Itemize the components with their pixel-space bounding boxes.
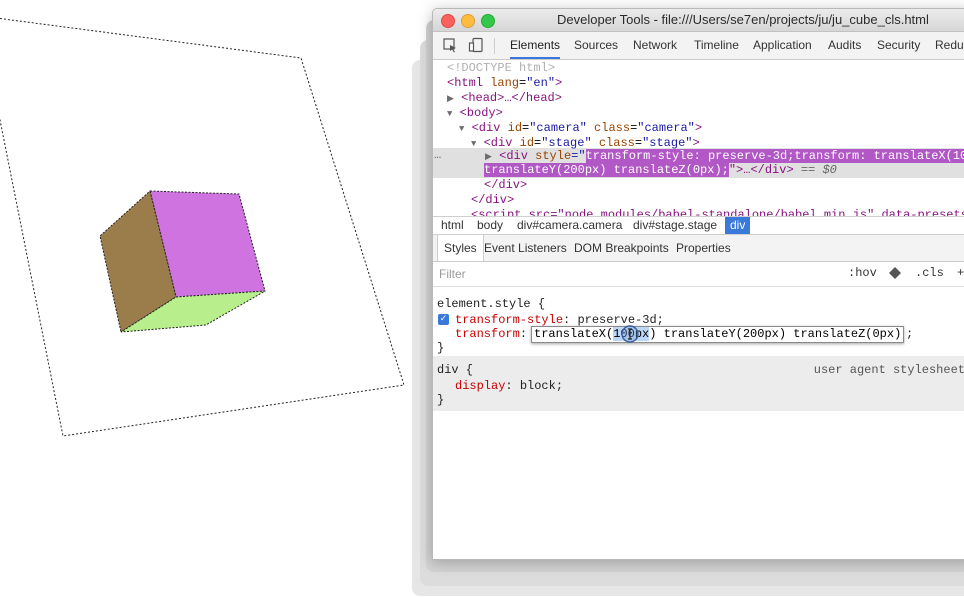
tag-name: <div [483, 136, 513, 150]
tab-dom-breakpoints[interactable]: DOM Breakpoints [574, 235, 669, 261]
rule-close-brace: } [437, 393, 445, 407]
tab-elements[interactable]: Elements [510, 32, 561, 59]
tab-network[interactable]: Network [633, 32, 677, 59]
attr-value: "en" [526, 76, 556, 90]
maximize-window-button[interactable] [481, 14, 495, 28]
new-rule-button[interactable]: + [957, 266, 964, 280]
tag-name: <body> [459, 106, 503, 120]
hover-state-toggle[interactable]: :hov [848, 266, 877, 280]
attr-value: "stage" [541, 136, 592, 150]
styles-filter-bar: :hov .cls + [433, 262, 964, 287]
attr-value: "stage" [642, 136, 693, 150]
device-toolbar-icon[interactable] [468, 37, 484, 53]
style-attr-value-highlighted: transform-style: preserve-3d;transform: … [585, 149, 964, 163]
style-attr-value-highlighted: translateY(200px) translateZ(0px); [484, 163, 729, 177]
selected-node-marker: == $0 [800, 163, 837, 177]
dom-close-stage[interactable]: </div> [484, 178, 527, 193]
dom-tree: <!DOCTYPE html> <html lang="en"> ▶ <head… [433, 60, 964, 216]
expand-arrow-icon[interactable]: ▶ [485, 152, 492, 162]
dom-node-body[interactable]: ▼ <body> [447, 106, 503, 122]
title-bar: Developer Tools - file:///Users/se7en/pr… [433, 9, 964, 32]
collapse-arrow-icon[interactable]: ▼ [471, 139, 476, 149]
style-property-row: display: block; [455, 379, 564, 393]
tab-security[interactable]: Security [877, 32, 920, 59]
text-cursor-icon [620, 324, 640, 344]
styles-pane: element.style { ✓ transform-style: prese… [433, 287, 964, 559]
inspect-element-icon[interactable] [442, 37, 458, 53]
dom-node-selected-div-cont[interactable]: translateY(200px) translateZ(0px);">…</d… [484, 163, 837, 178]
tab-audits[interactable]: Audits [828, 32, 861, 59]
ua-stylesheet-label: user agent stylesheet [813, 363, 964, 377]
attr-value: "camera" [529, 121, 587, 135]
class-toggle[interactable]: .cls [915, 266, 944, 280]
breadcrumb-div[interactable]: div [725, 217, 751, 234]
element-style-selector[interactable]: element.style { [437, 297, 545, 311]
dom-node-html[interactable]: <html lang="en"> [447, 76, 562, 91]
filter-input[interactable] [437, 265, 821, 283]
collapse-arrow-icon[interactable]: ▼ [447, 109, 452, 119]
attr-name: class [594, 121, 631, 135]
tag-name: <div [499, 149, 528, 163]
tab-redux[interactable]: Redux [935, 32, 964, 59]
window-title: Developer Tools - file:///Users/se7en/pr… [557, 12, 929, 27]
attr-value: "camera" [637, 121, 695, 135]
tab-styles[interactable]: Styles [437, 235, 484, 261]
editor-text: ) translateY(200px) translateZ(0px) [649, 327, 902, 341]
node-actions-ellipsis[interactable]: … [434, 148, 441, 163]
property-name: display [455, 379, 506, 393]
attr-name: id [507, 121, 523, 135]
property-name[interactable]: transform [455, 327, 520, 341]
cube [99, 190, 266, 333]
minimize-window-button[interactable] [461, 14, 475, 28]
devtools-tab-bar: Elements Sources Network Timeline Applic… [433, 32, 964, 60]
attr-equals: =" [571, 149, 586, 163]
page-viewport [0, 0, 420, 597]
tag-tail: ">…</div> [728, 163, 794, 177]
tab-application[interactable]: Application [753, 32, 812, 59]
attr-name: lang [490, 76, 520, 90]
color-format-icon[interactable] [889, 267, 901, 283]
tag-bracket: > [555, 76, 563, 90]
breadcrumb: html body div#camera.camera div#stage.st… [433, 216, 964, 235]
style-property-row[interactable]: transform: [455, 327, 527, 341]
tab-sources[interactable]: Sources [574, 32, 618, 59]
property-name[interactable]: transform-style [455, 313, 563, 327]
doctype-line: <!DOCTYPE html> [447, 61, 556, 75]
breadcrumb-stage[interactable]: div#stage.stage [633, 217, 717, 234]
property-value-editor[interactable]: translateX(100px) translateY(200px) tran… [531, 326, 905, 343]
tab-event-listeners[interactable]: Event Listeners [484, 235, 567, 261]
ua-rule-selector[interactable]: div { [437, 363, 473, 377]
expand-arrow-icon[interactable]: ▶ [447, 94, 454, 104]
dom-node-head[interactable]: ▶ <head>…</head> [447, 91, 562, 107]
breadcrumb-body[interactable]: body [477, 217, 503, 234]
tag-name: <div [471, 121, 501, 135]
close-window-button[interactable] [441, 14, 455, 28]
tag-name: <html [447, 76, 484, 90]
dom-node-camera[interactable]: ▼ <div id="camera" class="camera"> [459, 121, 702, 137]
stage-canvas [0, 18, 405, 437]
collapse-arrow-icon[interactable]: ▼ [459, 124, 464, 134]
editor-semicolon: ; [906, 327, 914, 341]
property-enabled-checkbox[interactable]: ✓ [438, 314, 449, 325]
property-value: block; [519, 379, 564, 393]
tag-name: <head>…</head> [461, 91, 562, 105]
tab-properties[interactable]: Properties [676, 235, 731, 261]
dom-close-camera[interactable]: </div> [471, 193, 514, 208]
dom-node-script[interactable]: <script src="node_modules/babel-standalo… [471, 208, 964, 216]
devtools-window: Developer Tools - file:///Users/se7en/pr… [432, 8, 964, 560]
attr-name: style [535, 149, 572, 163]
editor-text: translateX( [534, 327, 614, 341]
attr-name: class [598, 136, 635, 150]
breadcrumb-camera[interactable]: div#camera.camera [517, 217, 622, 234]
rule-close-brace: } [437, 341, 445, 355]
tab-timeline[interactable]: Timeline [694, 32, 739, 59]
sidebar-pane-tabs: Styles Event Listeners DOM Breakpoints P… [433, 235, 964, 262]
toolbar-divider [494, 38, 495, 54]
breadcrumb-html[interactable]: html [441, 217, 464, 234]
attr-name: id [519, 136, 535, 150]
